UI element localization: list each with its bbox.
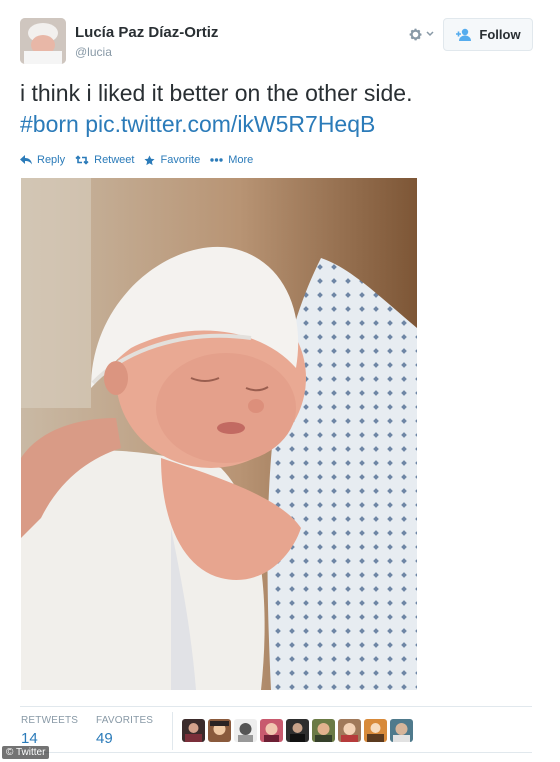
follow-label: Follow xyxy=(479,27,521,42)
more-dots-icon xyxy=(210,158,223,162)
watermark: © Twitter xyxy=(2,746,50,759)
user-actions-dropdown[interactable] xyxy=(408,25,438,43)
stats-divider-top xyxy=(20,706,532,707)
reply-icon xyxy=(20,155,32,165)
favoriter-avatar[interactable] xyxy=(338,719,361,742)
user-handle[interactable]: @lucia xyxy=(75,45,112,59)
favoriter-avatar[interactable] xyxy=(260,719,283,742)
reply-button[interactable]: Reply xyxy=(20,154,65,166)
tweet-card: Lucía Paz Díaz-Ortiz @lucia Follow i thi… xyxy=(0,0,560,762)
favorite-label: Favorite xyxy=(160,154,201,166)
favoriter-avatars xyxy=(182,719,413,742)
follow-icon xyxy=(456,28,472,41)
favoriter-avatar[interactable] xyxy=(182,719,205,742)
stats-divider-bottom xyxy=(20,752,532,753)
tweet-actions: Reply Retweet Favorite More xyxy=(20,152,263,168)
tweet-text-line: i think i liked it better on the other s… xyxy=(20,80,413,106)
stats-separator xyxy=(172,712,173,750)
tweet-text-links: #born pic.twitter.com/ikW5R7HeqB xyxy=(20,109,540,140)
follow-button[interactable]: Follow xyxy=(443,18,533,51)
hashtag-link[interactable]: #born xyxy=(20,111,79,137)
favoriter-avatar[interactable] xyxy=(208,719,231,742)
reply-label: Reply xyxy=(37,154,66,166)
more-label: More xyxy=(228,154,254,166)
retweet-button[interactable]: Retweet xyxy=(75,154,134,166)
tweet-photo[interactable] xyxy=(21,178,417,690)
favorites-label: FAVORITES xyxy=(96,715,154,726)
chevron-down-icon xyxy=(426,31,434,37)
retweets-stat[interactable]: RETWEETS 14 xyxy=(21,715,78,747)
favoriter-avatar[interactable] xyxy=(286,719,309,742)
favorites-count: 49 xyxy=(96,730,113,747)
retweet-label: Retweet xyxy=(94,154,135,166)
retweets-label: RETWEETS xyxy=(21,715,79,726)
photo-link[interactable]: pic.twitter.com/ikW5R7HeqB xyxy=(85,111,375,137)
user-avatar[interactable] xyxy=(20,18,66,64)
favoriter-avatar[interactable] xyxy=(234,719,257,742)
more-button[interactable]: More xyxy=(210,154,253,166)
favorite-button[interactable]: Favorite xyxy=(144,154,200,166)
retweet-icon xyxy=(75,155,89,165)
favoriter-avatar[interactable] xyxy=(364,719,387,742)
retweets-count: 14 xyxy=(21,730,38,747)
display-name[interactable]: Lucía Paz Díaz-Ortiz xyxy=(75,24,218,41)
star-icon xyxy=(144,154,156,165)
favorites-stat[interactable]: FAVORITES 49 xyxy=(96,715,153,747)
favoriter-avatar[interactable] xyxy=(312,719,335,742)
gear-icon xyxy=(409,28,422,40)
tweet-text: i think i liked it better on the other s… xyxy=(20,78,540,140)
favoriter-avatar[interactable] xyxy=(390,719,413,742)
